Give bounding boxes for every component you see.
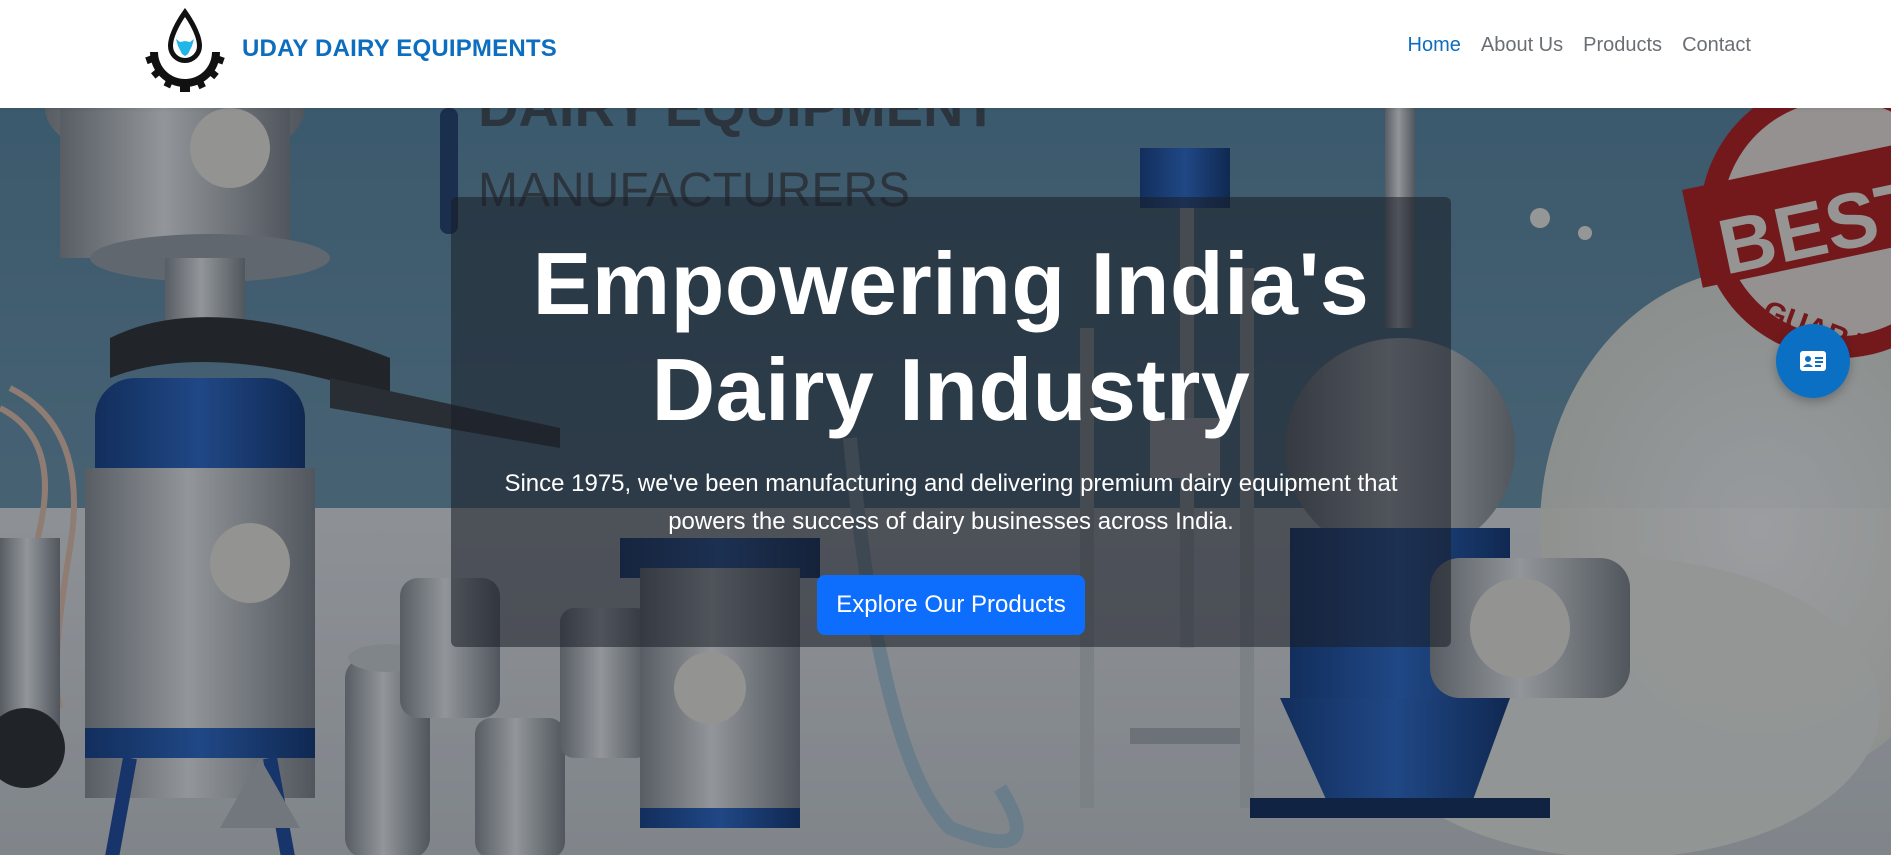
explore-products-button[interactable]: Explore Our Products	[817, 575, 1085, 635]
nav-item-home: Home	[1408, 34, 1461, 57]
nav-link-contact[interactable]: Contact	[1682, 34, 1751, 56]
nav-menu: Home About Us Products Contact	[1408, 34, 1752, 57]
nav-link-home[interactable]: Home	[1408, 34, 1461, 56]
floating-contact-button[interactable]	[1776, 324, 1850, 398]
brand-link[interactable]: UDAY DAIRY EQUIPMENTS	[142, 4, 557, 94]
nav-item-products: Products	[1583, 34, 1662, 57]
contact-card-icon	[1800, 351, 1826, 371]
brand-name: UDAY DAIRY EQUIPMENTS	[242, 35, 557, 62]
nav-item-about: About Us	[1481, 34, 1563, 57]
nav-link-about-us[interactable]: About Us	[1481, 34, 1563, 56]
hero-title-line1: Empowering India's	[532, 234, 1370, 333]
hero-title-line2: Dairy Industry	[651, 340, 1251, 439]
hero-subtitle: Since 1975, we've been manufacturing and…	[471, 465, 1431, 541]
hero-subtitle-line2: powers the success of dairy businesses a…	[668, 508, 1234, 535]
navbar: UDAY DAIRY EQUIPMENTS Home About Us Prod…	[0, 0, 1891, 108]
nav-item-contact: Contact	[1682, 34, 1751, 57]
hero-section: DAIRY EQUIPMENT MANUFACTURERS BEST GUARA	[0, 108, 1891, 855]
hero-content-panel: Empowering India's Dairy Industry Since …	[451, 197, 1451, 647]
nav-link-products[interactable]: Products	[1583, 34, 1662, 56]
hero-title: Empowering India's Dairy Industry	[451, 231, 1451, 443]
milk-drop-gear-logo-icon	[145, 8, 225, 92]
hero-subtitle-line1: Since 1975, we've been manufacturing and…	[504, 470, 1398, 497]
